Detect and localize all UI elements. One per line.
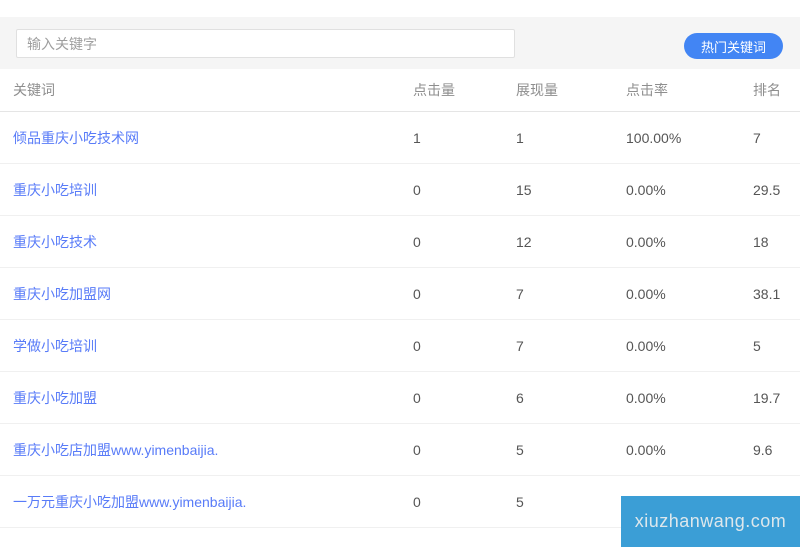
ctr-cell: 0.00% bbox=[626, 337, 666, 354]
rank-cell: 7 bbox=[753, 129, 761, 146]
clicks-cell: 0 bbox=[413, 441, 421, 458]
table-header-row: 关键词 点击量 展现量 点击率 排名 bbox=[0, 69, 800, 112]
impressions-cell: 12 bbox=[516, 233, 532, 250]
column-header-impressions: 展现量 bbox=[516, 82, 558, 98]
column-header-rank: 排名 bbox=[753, 82, 781, 98]
table-row: 重庆小吃店加盟www.yimenbaijia. 0 5 0.00% 9.6 bbox=[0, 424, 800, 476]
impressions-cell: 15 bbox=[516, 181, 532, 198]
column-header-ctr: 点击率 bbox=[626, 82, 668, 98]
clicks-cell: 0 bbox=[413, 493, 421, 510]
keyword-link[interactable]: 学做小吃培训 bbox=[13, 338, 97, 354]
impressions-cell: 7 bbox=[516, 285, 524, 302]
keyword-link[interactable]: 重庆小吃加盟网 bbox=[13, 286, 111, 302]
table-row: 重庆小吃培训 0 15 0.00% 29.5 bbox=[0, 164, 800, 216]
rank-cell: 9.6 bbox=[753, 441, 773, 458]
column-header-clicks: 点击量 bbox=[413, 82, 455, 98]
ctr-cell: 100.00% bbox=[626, 129, 682, 146]
table-row: 倾品重庆小吃技术网 1 1 100.00% 7 bbox=[0, 112, 800, 164]
clicks-cell: 0 bbox=[413, 337, 421, 354]
table-row: 重庆小吃加盟 0 6 0.00% 19.7 bbox=[0, 372, 800, 424]
rank-cell: 29.5 bbox=[753, 181, 781, 198]
table-row: 重庆小吃技术 0 12 0.00% 18 bbox=[0, 216, 800, 268]
ctr-cell: 0.00% bbox=[626, 181, 666, 198]
clicks-cell: 0 bbox=[413, 181, 421, 198]
keyword-cell: 重庆小吃店加盟www.yimenbaijia. bbox=[13, 440, 413, 460]
impressions-cell: 6 bbox=[516, 389, 524, 406]
impressions-cell: 7 bbox=[516, 337, 524, 354]
search-toolbar: 热门关键词 bbox=[0, 17, 800, 69]
clicks-cell: 0 bbox=[413, 285, 421, 302]
keyword-cell: 一万元重庆小吃加盟www.yimenbaijia. bbox=[13, 492, 413, 512]
keywords-table: 关键词 点击量 展现量 点击率 排名 倾品重庆小吃技术网 1 1 100.00%… bbox=[0, 69, 800, 528]
keyword-link[interactable]: 倾品重庆小吃技术网 bbox=[13, 130, 139, 146]
watermark: xiuzhanwang.com bbox=[621, 496, 800, 547]
clicks-cell: 0 bbox=[413, 233, 421, 250]
ctr-cell: 0.00% bbox=[626, 233, 666, 250]
table-row: 重庆小吃加盟网 0 7 0.00% 38.1 bbox=[0, 268, 800, 320]
keyword-cell: 重庆小吃培训 bbox=[13, 180, 413, 200]
rank-cell: 5 bbox=[753, 337, 761, 354]
keyword-link[interactable]: 重庆小吃培训 bbox=[13, 182, 97, 198]
column-header-keyword: 关键词 bbox=[13, 82, 55, 98]
clicks-cell: 0 bbox=[413, 389, 421, 406]
rank-cell: 18 bbox=[753, 233, 769, 250]
table-body: 倾品重庆小吃技术网 1 1 100.00% 7 重庆小吃培训 0 15 0.00… bbox=[0, 112, 800, 528]
keyword-cell: 重庆小吃加盟网 bbox=[13, 284, 413, 304]
ctr-cell: 0.00% bbox=[626, 441, 666, 458]
hot-keywords-button[interactable]: 热门关键词 bbox=[684, 33, 783, 59]
impressions-cell: 5 bbox=[516, 493, 524, 510]
keyword-cell: 重庆小吃加盟 bbox=[13, 388, 413, 408]
rank-cell: 38.1 bbox=[753, 285, 781, 302]
keyword-link[interactable]: 重庆小吃店加盟www.yimenbaijia. bbox=[13, 442, 218, 458]
keyword-link[interactable]: 重庆小吃技术 bbox=[13, 234, 97, 250]
keyword-link[interactable]: 一万元重庆小吃加盟www.yimenbaijia. bbox=[13, 494, 246, 510]
impressions-cell: 1 bbox=[516, 129, 524, 146]
rank-cell: 19.7 bbox=[753, 389, 781, 406]
ctr-cell: 0.00% bbox=[626, 285, 666, 302]
search-input[interactable] bbox=[16, 29, 515, 58]
table-row: 学做小吃培训 0 7 0.00% 5 bbox=[0, 320, 800, 372]
ctr-cell: 0.00% bbox=[626, 389, 666, 406]
keyword-link[interactable]: 重庆小吃加盟 bbox=[13, 390, 97, 406]
watermark-text: xiuzhanwang.com bbox=[634, 511, 787, 531]
impressions-cell: 5 bbox=[516, 441, 524, 458]
keyword-cell: 倾品重庆小吃技术网 bbox=[13, 128, 413, 148]
keyword-cell: 重庆小吃技术 bbox=[13, 232, 413, 252]
clicks-cell: 1 bbox=[413, 129, 421, 146]
keyword-cell: 学做小吃培训 bbox=[13, 336, 413, 356]
